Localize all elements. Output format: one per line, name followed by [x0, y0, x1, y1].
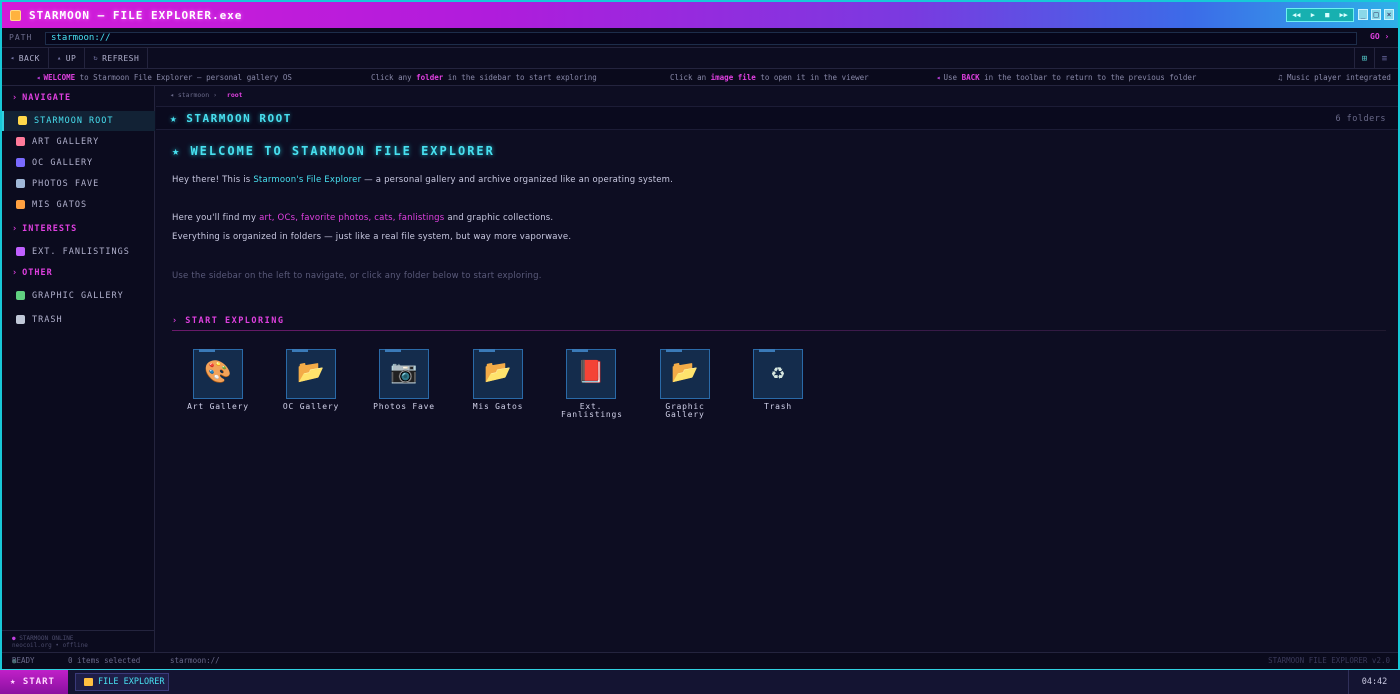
sidebar-item-graphic-gallery[interactable]: GRAPHIC GALLERY: [2, 286, 155, 306]
site-link: neocoil.org • offline: [12, 642, 88, 649]
maximize-button[interactable]: □: [1371, 9, 1381, 20]
section-divider: [172, 330, 1386, 331]
taskbar-clock: 04:42: [1348, 670, 1400, 694]
sidebar-item-photos-fave[interactable]: PHOTOS FAVE: [2, 174, 155, 194]
up-button[interactable]: ▴ UP: [49, 48, 86, 68]
back-button[interactable]: ◂ BACK: [2, 48, 49, 68]
ticker-message: ♫ Music player integrated: [1278, 73, 1391, 82]
app-icon: [10, 9, 21, 21]
main-content: ◂ starmoon › root ★ STARMOON ROOT 6 fold…: [156, 86, 1398, 652]
sidebar-footer: ● STARMOON ONLINE neocoil.org • offline: [2, 630, 155, 652]
file-explorer-window: STARMOON — FILE EXPLORER.exe ◀◀ ▶ ■ ▶▶ _…: [0, 0, 1400, 669]
folder-header: ★ STARMOON ROOT 6 folders: [156, 106, 1398, 130]
art-icon: 🎨: [204, 360, 232, 385]
photo-icon: [16, 179, 25, 188]
taskbar-item-file-explorer[interactable]: FILE EXPLORER: [75, 673, 169, 691]
info-ticker: ◂ WELCOME to Starmoon File Explorer — per…: [2, 69, 1398, 86]
status-path: starmoon://: [170, 656, 220, 665]
taskbar: ★ START FILE EXPLORER 04:42: [0, 669, 1400, 694]
folder-icon: 📂: [671, 360, 699, 385]
trash-icon: [16, 315, 25, 324]
status-selected: 0 items selected: [68, 656, 141, 665]
folder-title: ★ STARMOON ROOT: [170, 112, 292, 125]
sidebar-item-trash[interactable]: TRASH: [2, 310, 155, 330]
sidebar-item-oc-gallery[interactable]: OC GALLERY: [2, 153, 155, 173]
star-icon: [18, 116, 27, 125]
heart-icon: [16, 247, 25, 256]
sidebar-section-interests: › INTERESTS: [12, 224, 78, 234]
cat-icon: [16, 200, 25, 209]
up-arrow-icon: ▴: [56, 54, 62, 62]
folder-icon: [84, 678, 93, 686]
back-arrow-icon: ◂: [10, 54, 15, 62]
online-status: ● STARMOON ONLINE: [12, 635, 74, 642]
ticker-message: Click an image file to open it in the vi…: [670, 73, 869, 82]
image-icon: [16, 291, 25, 300]
sidebar-item-ext-fanlistings[interactable]: EXT. FANLISTINGS: [2, 242, 155, 262]
contents-paragraph: Here you'll find my art, OCs, favorite p…: [172, 213, 554, 223]
breadcrumb-current: root: [226, 91, 243, 99]
toolbar: ◂ BACK ▴ UP ↻ REFRESH ⊞ ≡: [2, 48, 1398, 69]
sidebar: › NAVIGATE STARMOON ROOT ART GALLERY OC G…: [2, 86, 155, 652]
path-input[interactable]: starmoon://: [45, 32, 1357, 45]
ticker-message: ◂ WELCOME to Starmoon File Explorer — per…: [36, 73, 292, 82]
ticker-message: ◂ Use BACK in the toolbar to return to th…: [936, 73, 1197, 82]
breadcrumb-root[interactable]: ◂ starmoon: [170, 91, 209, 99]
path-label: PATH: [9, 33, 33, 42]
status-bar: ● READY 0 items selected starmoon:// STA…: [2, 652, 1398, 669]
folder-icon: 📂: [297, 360, 325, 385]
intro-paragraph: Hey there! This is Starmoon's File Explo…: [172, 175, 674, 185]
folder-icon: 📂: [484, 360, 512, 385]
palette-icon: [16, 137, 25, 146]
hint-paragraph: Use the sidebar on the left to navigate,…: [172, 271, 542, 281]
folder-tile-photos-fave[interactable]: 📷 Photos Fave: [357, 349, 451, 429]
folder-tile-trash[interactable]: ♻ Trash: [731, 349, 825, 429]
folder-tile-ext-fanlistings[interactable]: 📕 Ext. Fanlistings: [544, 349, 638, 429]
breadcrumb: ◂ starmoon › root: [170, 91, 243, 99]
folder-tile-graphic-gallery[interactable]: 📂 Graphic Gallery: [638, 349, 732, 429]
media-stop-icon[interactable]: ■: [1325, 11, 1329, 19]
folder-tile-oc-gallery[interactable]: 📂 OC Gallery: [264, 349, 358, 429]
window-title: STARMOON — FILE EXPLORER.exe: [29, 8, 243, 22]
organized-paragraph: Everything is organized in folders — jus…: [172, 232, 572, 242]
folder-count: 6 folders: [1335, 114, 1386, 124]
welcome-heading: ★ WELCOME TO STARMOON FILE EXPLORER: [172, 144, 495, 158]
media-next-icon[interactable]: ▶▶: [1339, 11, 1347, 19]
media-prev-icon[interactable]: ◀◀: [1292, 11, 1300, 19]
recycle-icon: ♻: [771, 360, 785, 385]
grid-view-icon[interactable]: ⊞: [1354, 48, 1374, 69]
camera-icon: 📷: [390, 360, 418, 385]
folder-tile-mis-gatos[interactable]: 📂 Mis Gatos: [451, 349, 545, 429]
list-view-icon[interactable]: ≡: [1374, 48, 1394, 69]
people-icon: [16, 158, 25, 167]
sidebar-section-other: › OTHER: [12, 268, 53, 278]
ticker-message: Click any folder in the sidebar to start…: [371, 73, 597, 82]
media-controls: ◀◀ ▶ ■ ▶▶: [1286, 8, 1354, 22]
start-exploring-heading: › START EXPLORING: [172, 316, 285, 326]
media-play-icon[interactable]: ▶: [1311, 11, 1315, 19]
refresh-icon: ↻: [93, 54, 99, 62]
status-version: STARMOON FILE EXPLORER v2.0: [1268, 656, 1390, 665]
folder-tile-art-gallery[interactable]: 🎨 Art Gallery: [171, 349, 265, 429]
refresh-button[interactable]: ↻ REFRESH: [85, 48, 149, 68]
minimize-button[interactable]: _: [1358, 9, 1368, 20]
start-button[interactable]: ★ START: [0, 670, 68, 694]
sidebar-section-navigate: › NAVIGATE: [12, 93, 72, 103]
go-button[interactable]: GO ›: [1370, 32, 1389, 41]
title-bar[interactable]: STARMOON — FILE EXPLORER.exe ◀◀ ▶ ■ ▶▶ _…: [2, 2, 1398, 28]
sidebar-item-mis-gatos[interactable]: MIS GATOS: [2, 195, 155, 215]
path-bar: PATH starmoon:// GO ›: [2, 28, 1398, 48]
book-icon: 📕: [577, 360, 605, 385]
sidebar-item-art-gallery[interactable]: ART GALLERY: [2, 132, 155, 152]
close-button[interactable]: ×: [1384, 9, 1394, 20]
sidebar-item-starmoon-root[interactable]: STARMOON ROOT: [2, 111, 155, 131]
